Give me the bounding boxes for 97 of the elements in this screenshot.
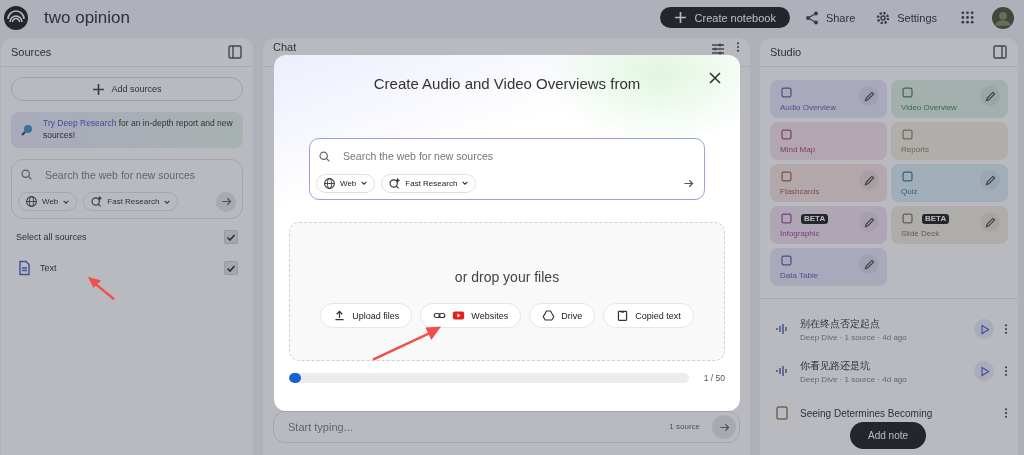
select-all-label: Select all sources — [16, 231, 87, 242]
beta-badge: BETA — [922, 213, 950, 224]
output-title[interactable]: 你看见路还是坑 — [800, 358, 964, 373]
source-option-button[interactable]: Copied text — [603, 303, 694, 328]
pencil-icon — [862, 173, 876, 187]
banner-text: Try Deep Research for an in-depth report and new sources! — [43, 118, 234, 142]
source-option-button[interactable]: Upload files — [320, 303, 413, 328]
output-meta: Deep Dive · 1 source · 4d ago — [800, 374, 908, 384]
collapse-panel-icon[interactable] — [227, 44, 243, 60]
tile-label: Mind Map — [780, 145, 817, 154]
source-option-button[interactable]: Drive — [529, 303, 596, 328]
pencil-icon — [983, 173, 997, 187]
notebook-title: two opinion — [44, 7, 130, 28]
close-icon — [707, 70, 723, 86]
pencil-icon — [983, 89, 997, 103]
dialog-title: Create Audio and Video Overviews from — [372, 75, 642, 92]
audio-wave-icon — [774, 321, 790, 337]
settings-button[interactable]: Settings — [869, 9, 943, 26]
tool-icon — [901, 212, 914, 225]
audio-wave-icon — [774, 363, 790, 379]
source-name[interactable]: Text — [40, 262, 216, 273]
search-icon — [318, 149, 331, 163]
clipboard-icon — [616, 309, 630, 322]
panel-title: Studio — [770, 46, 802, 58]
pencil-icon — [983, 215, 997, 229]
create-notebook-button[interactable]: Create notebook — [659, 7, 790, 28]
share-icon — [803, 9, 820, 26]
submit-button[interactable] — [216, 191, 236, 212]
output-title[interactable]: Seeing Determines Becoming — [800, 407, 994, 419]
add-note-button[interactable]: Add note — [850, 422, 927, 449]
globe-icon — [323, 176, 336, 190]
annotation-arrow — [371, 324, 443, 362]
tool-icon — [780, 128, 793, 141]
video-play-icon — [452, 309, 466, 322]
collapse-panel-icon[interactable] — [992, 44, 1008, 60]
plus-icon — [673, 11, 687, 24]
pencil-icon — [862, 257, 876, 271]
tool-icon — [780, 170, 793, 183]
checkbox[interactable] — [224, 260, 238, 275]
more-icon[interactable] — [1004, 323, 1008, 335]
tile-label: Infographic — [780, 229, 821, 238]
more-icon[interactable] — [1004, 407, 1008, 419]
beta-badge: BETA — [801, 213, 829, 224]
tile-label: Video Overview — [901, 103, 958, 112]
upload-icon — [333, 309, 347, 322]
web-chip[interactable]: Web — [316, 173, 376, 193]
tile-label: Audio Overview — [780, 103, 838, 112]
tile-label: Reports — [901, 145, 930, 154]
tune-icon[interactable] — [710, 41, 726, 57]
play-button[interactable] — [974, 319, 994, 339]
deep-research-link[interactable]: Try Deep Research — [43, 118, 117, 128]
play-button[interactable] — [974, 361, 994, 381]
panel-title: Chat — [273, 41, 297, 53]
caret-icon — [360, 179, 369, 187]
sparkle-search-icon — [90, 195, 104, 209]
app-logo-icon[interactable] — [4, 5, 28, 30]
sparkle-search-icon — [388, 176, 402, 190]
output-meta: Deep Dive · 1 source · 4d ago — [800, 332, 908, 342]
tile-label: Data Table — [780, 271, 820, 280]
panel-title: Sources — [11, 46, 52, 58]
checkbox[interactable] — [224, 229, 238, 244]
avatar[interactable] — [992, 6, 1014, 29]
caret-icon — [461, 179, 470, 187]
apps-grid-icon[interactable] — [961, 11, 974, 24]
research-mode-chip[interactable]: Fast Research — [381, 173, 477, 193]
drop-text: or drop your files — [454, 269, 560, 285]
document-icon — [16, 259, 32, 276]
tool-icon — [780, 86, 793, 99]
tool-icon — [901, 170, 914, 183]
tool-icon — [901, 86, 914, 99]
studio-tile[interactable]: BETA Slide Deck — [891, 206, 1008, 244]
pencil-icon — [862, 89, 876, 103]
output-title[interactable]: 别在终点否定起点 — [800, 316, 964, 331]
pencil-icon — [862, 215, 876, 229]
settings-icon — [875, 9, 892, 26]
annotation-arrow — [86, 274, 116, 302]
tile-label: Quiz — [901, 187, 919, 196]
globe-icon — [25, 195, 38, 209]
search-field[interactable]: Search the web for new sources Web Fast Research — [309, 138, 705, 200]
source-count: 1 source — [669, 422, 700, 431]
source-limit-reading: 1 / 50 — [702, 373, 725, 383]
search-icon — [20, 168, 33, 182]
send-button[interactable] — [712, 415, 736, 439]
tool-icon — [780, 212, 793, 225]
more-icon[interactable] — [736, 41, 740, 53]
report-icon — [774, 405, 790, 421]
source-option-button[interactable]: Websites — [420, 303, 522, 328]
tool-icon — [780, 254, 793, 267]
tile-label: Slide Deck — [901, 229, 941, 238]
more-icon[interactable] — [1004, 365, 1008, 377]
plus-icon — [92, 82, 106, 96]
tool-icon — [901, 128, 914, 141]
drop-zone[interactable]: or drop your files Upload files Websites Drive Copied text — [289, 222, 725, 361]
share-button[interactable]: Share — [797, 9, 862, 26]
search-field[interactable]: Search the web for new sources Web Fast Research — [11, 158, 243, 219]
tile-label: Flashcards — [780, 187, 821, 196]
studio-tile[interactable]: BETA Infographic — [770, 206, 887, 244]
